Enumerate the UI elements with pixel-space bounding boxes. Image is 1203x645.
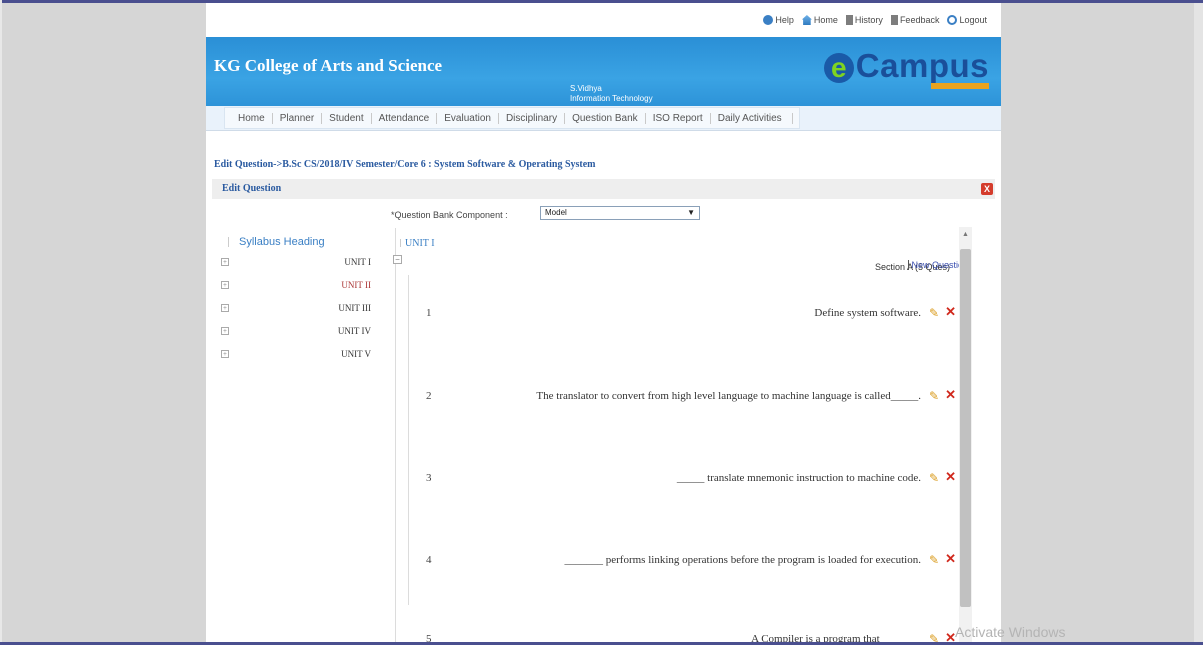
delete-icon[interactable]: ✕: [945, 304, 956, 320]
feedback-link[interactable]: Feedback: [890, 15, 940, 25]
help-label: Help: [775, 15, 794, 25]
delete-icon[interactable]: ✕: [945, 387, 956, 403]
history-label: History: [854, 15, 883, 25]
syllabus-unit-1[interactable]: UNIT I: [344, 257, 371, 267]
syllabus-unit-2[interactable]: UNIT II: [341, 280, 371, 290]
question-row: 2 The translator to convert from high le…: [416, 387, 961, 430]
logout-label: Logout: [959, 15, 987, 25]
home-label: Home: [813, 15, 838, 25]
syllabus-heading: Syllabus Heading: [239, 236, 325, 248]
nav-iso-report[interactable]: ISO Report: [646, 112, 711, 124]
syllabus-unit-row: + UNIT III: [221, 303, 381, 317]
logo-e-icon: e: [823, 53, 854, 83]
logo-underline: [931, 83, 989, 89]
edit-pencil-icon[interactable]: ✎: [929, 306, 939, 320]
expand-icon[interactable]: +: [221, 281, 229, 289]
user-department: Information Technology: [570, 94, 653, 103]
breadcrumb: Edit Question->B.Sc CS/2018/IV Semester/…: [214, 159, 596, 170]
edit-pencil-icon[interactable]: ✎: [929, 553, 939, 567]
history-icon: [845, 15, 853, 25]
close-panel-button[interactable]: X: [981, 183, 993, 195]
question-text: _____ translate mnemonic instruction to …: [676, 472, 921, 484]
help-link[interactable]: Help: [763, 15, 794, 25]
edit-pencil-icon[interactable]: ✎: [929, 389, 939, 403]
syllabus-unit-row: + UNIT I: [221, 257, 381, 271]
question-text: The translator to convert from high leve…: [536, 390, 921, 402]
collapse-icon[interactable]: −: [393, 255, 402, 264]
delete-icon[interactable]: ✕: [945, 469, 956, 485]
syllabus-unit-row: + UNIT II: [221, 280, 381, 294]
nav-question-bank[interactable]: Question Bank: [565, 112, 646, 124]
expand-icon[interactable]: +: [221, 304, 229, 312]
panel-divider: [395, 228, 396, 645]
panel-title: Edit Question: [222, 183, 282, 194]
college-name: KG College of Arts and Science: [214, 56, 443, 75]
right-edge-strip: [1194, 3, 1203, 642]
scrollbar-thumb[interactable]: [960, 249, 971, 607]
nav-home[interactable]: Home: [231, 112, 273, 124]
expand-icon[interactable]: +: [221, 258, 229, 266]
question-bank-component-select[interactable]: Model ▼: [540, 206, 700, 220]
question-scrollbar[interactable]: ▲: [959, 227, 972, 645]
home-link[interactable]: Home: [801, 15, 838, 25]
nav-evaluation[interactable]: Evaluation: [437, 112, 499, 124]
syllabus-unit-3[interactable]: UNIT III: [338, 303, 371, 313]
syllabus-unit-row: + UNIT V: [221, 349, 381, 363]
ecampus-logo: e Campus: [823, 47, 989, 89]
syllabus-unit-4[interactable]: UNIT IV: [338, 326, 371, 336]
question-number: 3: [426, 472, 432, 484]
nav-student[interactable]: Student: [322, 112, 372, 124]
delete-icon[interactable]: ✕: [945, 551, 956, 567]
panel-header: Edit Question X: [212, 179, 995, 199]
help-icon: [763, 15, 774, 25]
header-banner: KG College of Arts and Science S.Vidhya …: [206, 37, 1001, 106]
syllabus-tree-line: [228, 237, 229, 247]
nav-disciplinary[interactable]: Disciplinary: [499, 112, 566, 124]
question-text: _______ performs linking operations befo…: [564, 554, 922, 566]
home-icon: [801, 15, 812, 25]
syllabus-unit-5[interactable]: UNIT V: [341, 349, 371, 359]
left-edge: [0, 0, 2, 645]
logout-link[interactable]: Logout: [947, 15, 987, 25]
nav-daily-activities[interactable]: Daily Activities: [711, 112, 793, 124]
nav-planner[interactable]: Planner: [273, 112, 323, 124]
main-nav: Home Planner Student Attendance Evaluati…: [224, 107, 800, 129]
current-unit-heading: UNIT I: [405, 238, 435, 249]
chevron-down-icon: ▼: [687, 208, 695, 217]
history-link[interactable]: History: [845, 15, 883, 25]
top-links-bar: Help Home History Feedback Logout: [206, 3, 1001, 37]
question-bank-component-value: Model: [545, 208, 567, 217]
activate-windows-watermark: Activate Windows: [955, 624, 1066, 640]
syllabus-unit-row: + UNIT IV: [221, 326, 381, 340]
expand-icon[interactable]: +: [221, 350, 229, 358]
question-tree-line: [408, 275, 409, 605]
question-number: 4: [426, 554, 432, 566]
user-info: S.Vidhya Information Technology: [570, 84, 653, 104]
question-number: 1: [426, 307, 432, 319]
question-row: 4 _______ performs linking operations be…: [416, 551, 961, 594]
question-row: 3 _____ translate mnemonic instruction t…: [416, 469, 961, 512]
logout-icon: [947, 15, 958, 25]
user-name: S.Vidhya: [570, 84, 602, 93]
question-row: 1 Define system software. ✎ ✕: [416, 304, 961, 347]
unit-tree-line: [400, 239, 401, 247]
feedback-label: Feedback: [899, 15, 940, 25]
page-container: Help Home History Feedback Logout KG Col…: [206, 3, 1001, 645]
expand-icon[interactable]: +: [221, 327, 229, 335]
question-number: 2: [426, 390, 432, 402]
feedback-icon: [890, 15, 898, 25]
question-text: Define system software.: [814, 307, 921, 319]
nav-attendance[interactable]: Attendance: [372, 112, 438, 124]
edit-pencil-icon[interactable]: ✎: [929, 471, 939, 485]
scroll-up-icon[interactable]: ▲: [962, 231, 969, 238]
question-bank-component-label: *Question Bank Component :: [391, 210, 508, 220]
logo-text: Campus: [855, 47, 989, 84]
main-nav-wrapper: Home Planner Student Attendance Evaluati…: [206, 106, 1001, 131]
